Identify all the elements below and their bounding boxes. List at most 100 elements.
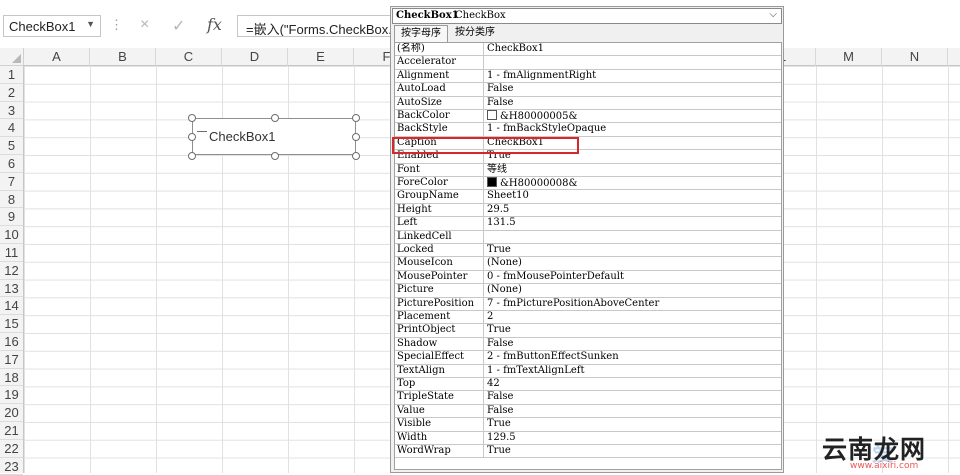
more-options-icon[interactable]: ⋮ <box>110 17 123 33</box>
row-header[interactable]: 16 <box>0 333 23 351</box>
row-header[interactable]: 20 <box>0 404 23 422</box>
property-row[interactable]: Width 129.5 <box>395 431 781 445</box>
property-row[interactable]: ForeColor &H80000008& <box>395 177 781 191</box>
row-header[interactable]: 8 <box>0 191 23 209</box>
property-value[interactable]: 29.5 <box>487 204 509 216</box>
property-row[interactable]: AutoSize False <box>395 96 781 110</box>
select-all-corner[interactable] <box>0 48 24 66</box>
cancel-icon[interactable]: × <box>140 16 149 34</box>
property-value[interactable]: True <box>487 445 511 457</box>
column-header[interactable]: A <box>24 48 90 66</box>
property-row[interactable]: Picture (None) <box>395 284 781 298</box>
row-header[interactable]: 3 <box>0 102 23 120</box>
formula-input[interactable]: =嵌入("Forms.CheckBox. <box>237 15 397 37</box>
resize-handle[interactable] <box>271 114 279 122</box>
property-value[interactable]: True <box>487 244 511 256</box>
property-value[interactable]: Sheet10 <box>487 190 529 202</box>
property-value[interactable]: 等线 <box>487 164 507 176</box>
column-header[interactable]: M <box>816 48 882 66</box>
property-row[interactable]: TripleState False <box>395 391 781 405</box>
column-header[interactable]: C <box>156 48 222 66</box>
row-header[interactable]: 17 <box>0 351 23 369</box>
property-row[interactable]: AutoLoad False <box>395 83 781 97</box>
property-value[interactable]: 131.5 <box>487 217 516 229</box>
resize-handle[interactable] <box>188 114 196 122</box>
column-header[interactable]: E <box>288 48 354 66</box>
row-header[interactable]: 11 <box>0 244 23 262</box>
property-row[interactable]: MouseIcon (None) <box>395 257 781 271</box>
property-value[interactable]: 129.5 <box>487 432 516 444</box>
row-header[interactable]: 2 <box>0 84 23 102</box>
row-header[interactable]: 23 <box>0 458 23 475</box>
resize-handle[interactable] <box>188 152 196 160</box>
property-row[interactable]: Visible True <box>395 418 781 432</box>
property-value[interactable]: 7 - fmPicturePositionAboveCenter <box>487 298 659 310</box>
resize-handle[interactable] <box>352 133 360 141</box>
property-value[interactable]: &H80000008& <box>487 177 577 190</box>
row-header[interactable]: 1 <box>0 66 23 84</box>
chevron-down-icon[interactable]: ▼ <box>86 19 95 29</box>
enter-icon[interactable]: ✓ <box>172 16 185 36</box>
column-header[interactable]: B <box>90 48 156 66</box>
property-value[interactable]: 1 - fmBackStyleOpaque <box>487 123 606 135</box>
property-value[interactable]: False <box>487 405 513 417</box>
property-row[interactable]: BackColor &H80000005& <box>395 110 781 124</box>
property-value[interactable]: False <box>487 338 513 350</box>
property-row[interactable]: Locked True <box>395 244 781 258</box>
property-row[interactable]: Accelerator <box>395 56 781 70</box>
row-header[interactable]: 10 <box>0 226 23 244</box>
property-row[interactable]: Left 131.5 <box>395 217 781 231</box>
property-row[interactable]: Shadow False <box>395 337 781 352</box>
row-header[interactable]: 6 <box>0 155 23 173</box>
property-row[interactable]: Font 等线 <box>395 163 781 177</box>
property-row[interactable]: SpecialEffect 2 - fmButtonEffectSunken <box>395 351 781 365</box>
tab-categorized[interactable]: 按分类序 <box>449 25 501 42</box>
resize-handle[interactable] <box>271 152 279 160</box>
property-row[interactable]: Alignment 1 - fmAlignmentRight <box>395 69 781 84</box>
property-row[interactable]: PicturePosition 7 - fmPicturePositionAbov… <box>395 297 781 311</box>
property-row[interactable]: Height 29.5 <box>395 203 781 218</box>
property-row[interactable]: BackStyle 1 - fmBackStyleOpaque <box>395 123 781 137</box>
resize-handle[interactable] <box>352 152 360 160</box>
row-header[interactable]: 12 <box>0 262 23 280</box>
property-value[interactable]: 1 - fmAlignmentRight <box>487 70 596 82</box>
row-header[interactable]: 15 <box>0 315 23 333</box>
property-row[interactable]: (名称) CheckBox1 <box>395 43 781 57</box>
resize-handle[interactable] <box>188 133 196 141</box>
row-header[interactable]: 19 <box>0 386 23 405</box>
property-value[interactable]: 1 - fmTextAlignLeft <box>487 365 585 377</box>
property-value[interactable]: CheckBox1 <box>487 43 544 55</box>
property-row[interactable]: GroupName Sheet10 <box>395 190 781 204</box>
property-value[interactable]: False <box>487 391 513 403</box>
property-row[interactable]: MousePointer 0 - fmMousePointerDefault <box>395 270 781 285</box>
property-row[interactable]: PrintObject True <box>395 324 781 338</box>
property-row[interactable]: Placement 2 <box>395 311 781 325</box>
row-header[interactable]: 4 <box>0 119 23 138</box>
property-value[interactable]: 0 - fmMousePointerDefault <box>487 271 624 283</box>
property-value[interactable]: (None) <box>487 257 522 269</box>
property-value[interactable]: 2 <box>487 311 493 323</box>
insert-function-icon[interactable]: fx <box>207 15 222 34</box>
row-header[interactable]: 21 <box>0 422 23 440</box>
property-row[interactable]: LinkedCell <box>395 230 781 244</box>
row-header[interactable]: 18 <box>0 369 23 387</box>
property-value[interactable]: False <box>487 97 513 109</box>
row-header[interactable]: 9 <box>0 208 23 227</box>
column-header[interactable]: N <box>882 48 948 66</box>
row-header[interactable]: 13 <box>0 280 23 298</box>
name-box[interactable]: CheckBox1 ▼ <box>3 15 101 37</box>
property-value[interactable]: False <box>487 83 513 95</box>
row-header[interactable]: 7 <box>0 173 23 191</box>
property-row[interactable]: Value False <box>395 404 781 419</box>
property-value[interactable]: True <box>487 418 511 430</box>
property-value[interactable]: (None) <box>487 284 522 296</box>
property-value[interactable]: 42 <box>487 378 500 390</box>
object-selector[interactable]: CheckBox1 CheckBox ⌵ <box>392 8 782 24</box>
property-row[interactable]: WordWrap True <box>395 445 781 459</box>
row-header[interactable]: 22 <box>0 440 23 458</box>
row-header[interactable]: 5 <box>0 137 23 155</box>
property-value[interactable]: &H80000005& <box>487 110 577 123</box>
property-row[interactable]: TextAlign 1 - fmTextAlignLeft <box>395 364 781 378</box>
property-value[interactable]: True <box>487 324 511 336</box>
resize-handle[interactable] <box>352 114 360 122</box>
